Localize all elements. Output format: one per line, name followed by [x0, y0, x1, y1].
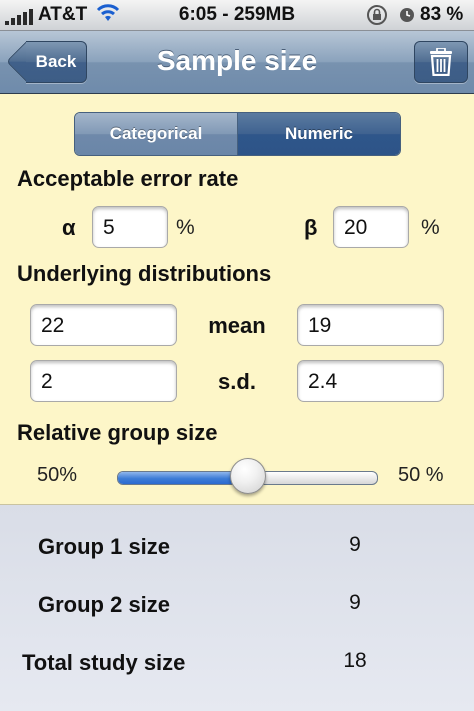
alarm-icon — [398, 6, 416, 30]
battery-percentage: 83 % — [420, 4, 464, 25]
alpha-percent-label: % — [176, 216, 195, 239]
total-study-size-label: Total study size — [22, 650, 186, 675]
group2-mean-field[interactable]: 19 — [297, 304, 444, 346]
alpha-field[interactable]: 5 — [92, 206, 168, 248]
input-section: Categorical Numeric Acceptable error rat… — [0, 94, 474, 505]
group2-size-label: Group 2 size — [38, 592, 171, 617]
group-size-slider-thumb[interactable] — [229, 458, 266, 494]
rotation-lock-icon — [365, 3, 389, 33]
slider-left-value: 50% — [37, 464, 78, 486]
beta-field[interactable]: 20 — [333, 206, 409, 248]
group-size-heading: Relative group size — [17, 420, 218, 445]
sd-label: s.d. — [218, 369, 256, 394]
group2-size-value: 9 — [349, 591, 361, 614]
status-bar: AT&T 6:05 - 259MB 83 % — [0, 0, 474, 31]
group1-sd-field[interactable]: 2 — [30, 360, 177, 402]
type-segmented-control: Categorical Numeric — [74, 112, 401, 156]
group1-size-value: 9 — [349, 533, 361, 556]
segment-categorical[interactable]: Categorical — [75, 113, 238, 155]
total-study-size-value: 18 — [343, 649, 367, 672]
group-size-slider-fill — [118, 472, 248, 484]
group1-size-label: Group 1 size — [38, 534, 171, 559]
segment-numeric[interactable]: Numeric — [238, 113, 400, 155]
trash-button[interactable] — [414, 41, 468, 83]
navigation-bar: Back Sample size — [0, 31, 474, 94]
slider-right-value: 50 % — [398, 464, 444, 486]
mean-label: mean — [208, 313, 266, 338]
group1-mean-field[interactable]: 22 — [30, 304, 177, 346]
beta-percent-label: % — [421, 216, 440, 239]
back-button[interactable]: Back — [26, 41, 87, 83]
error-rate-heading: Acceptable error rate — [17, 166, 239, 191]
group2-sd-field[interactable]: 2.4 — [297, 360, 444, 402]
alpha-label: α — [62, 215, 76, 240]
results-section: Group 1 size 9 Group 2 size 9 Total stud… — [0, 505, 474, 711]
trash-icon — [430, 48, 452, 76]
distributions-heading: Underlying distributions — [17, 261, 272, 286]
beta-label: β — [304, 215, 318, 240]
